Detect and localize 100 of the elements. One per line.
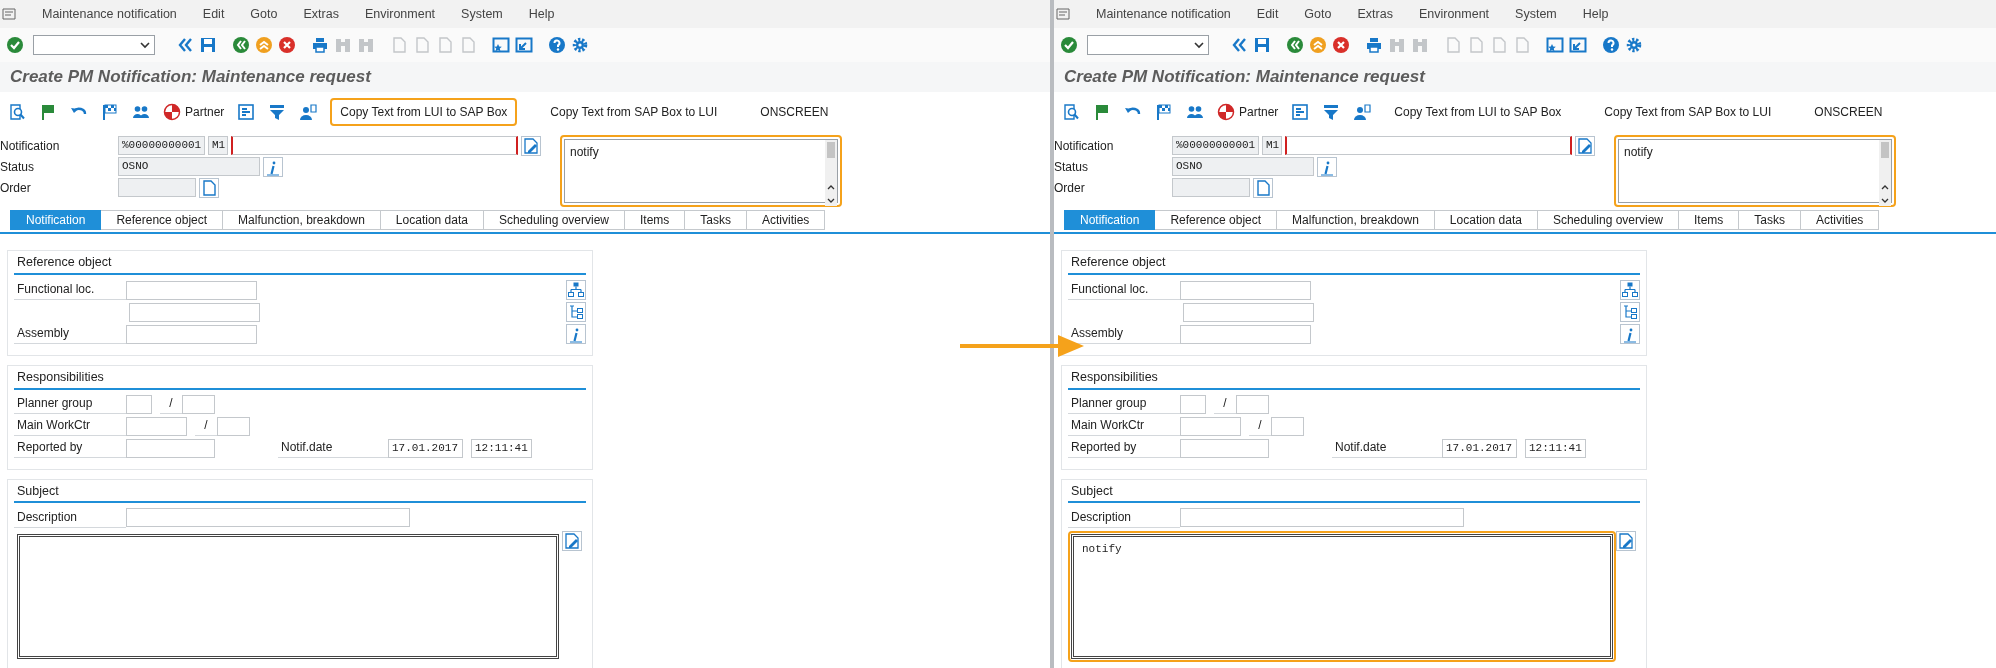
status-field[interactable]: OSNO [118, 157, 260, 176]
funnel-icon[interactable] [1322, 103, 1341, 121]
menu-item[interactable]: Environment [364, 4, 436, 24]
magnifier-icon[interactable] [8, 103, 26, 121]
person-icon[interactable] [299, 103, 318, 121]
layout-icon[interactable] [1291, 103, 1310, 121]
edit-document-icon-button[interactable] [1616, 531, 1636, 552]
notification-type-field[interactable]: M1 [1262, 136, 1282, 155]
cancel-icon[interactable] [1332, 36, 1350, 54]
tab[interactable]: Malfunction, breakdown [1277, 210, 1435, 230]
checkered-flag-icon[interactable] [1155, 103, 1173, 121]
menu-item[interactable]: Maintenance notification [42, 4, 177, 24]
menu-item[interactable]: System [1515, 4, 1557, 24]
help-icon[interactable] [548, 36, 566, 54]
menu-icon[interactable] [2, 8, 16, 20]
input-field[interactable] [1285, 136, 1572, 155]
time-field[interactable]: 12:11:41 [471, 438, 532, 458]
input-field[interactable] [1236, 394, 1269, 414]
input-field[interactable] [1271, 416, 1304, 436]
checkmark-icon[interactable] [6, 36, 24, 54]
tab[interactable]: Scheduling overview [483, 210, 625, 230]
time-field[interactable]: 12:11:41 [1525, 438, 1586, 458]
notification-type-field[interactable]: M1 [208, 136, 228, 155]
tree-icon-button[interactable] [566, 301, 586, 322]
command-field[interactable] [33, 35, 155, 55]
status-field[interactable]: OSNO [1172, 157, 1314, 176]
input-field[interactable] [126, 280, 257, 300]
input-field[interactable] [1180, 280, 1311, 300]
info-icon-button[interactable] [1620, 323, 1640, 344]
toolbar-button[interactable]: ONSCREEN [1804, 98, 1893, 126]
checkmark-icon[interactable] [1060, 36, 1078, 54]
tab[interactable]: Location data [1434, 210, 1538, 230]
tab[interactable]: Scheduling overview [1537, 210, 1679, 230]
tab[interactable]: Activities [1801, 210, 1880, 230]
menu-item[interactable]: Maintenance notification [1096, 4, 1231, 24]
input-field[interactable] [126, 394, 152, 414]
tab[interactable]: Reference object [1155, 210, 1278, 230]
info-icon-button[interactable] [566, 323, 586, 344]
long-text-box[interactable]: notify [1068, 531, 1616, 663]
date-field[interactable]: 17.01.2017 [388, 438, 463, 458]
info-icon-button[interactable] [1317, 156, 1337, 177]
input-field[interactable] [1180, 438, 1269, 458]
people-icon[interactable] [1186, 103, 1204, 121]
back-icon[interactable] [232, 36, 250, 54]
input-field[interactable] [126, 416, 187, 436]
hierarchy-icon-button[interactable] [1620, 279, 1640, 300]
partner-button[interactable]: Partner [1217, 103, 1279, 121]
toolbar-button[interactable]: Copy Text from LUI to SAP Box [1384, 98, 1572, 126]
checkered-flag-icon[interactable] [101, 103, 119, 121]
notes-box[interactable]: notify [1614, 135, 1896, 207]
back-icon[interactable] [1286, 36, 1304, 54]
input-field[interactable] [126, 508, 410, 528]
document-icon-button[interactable] [1253, 177, 1273, 198]
menu-item[interactable]: Help [528, 4, 555, 24]
partner-button[interactable]: Partner [163, 103, 225, 121]
toolbar-button[interactable]: Copy Text from SAP Box to LUI [1594, 98, 1782, 126]
menu-item[interactable]: System [461, 4, 503, 24]
tab[interactable]: Notification [10, 210, 102, 230]
tab[interactable]: Location data [380, 210, 484, 230]
input-field[interactable] [182, 394, 215, 414]
input-field[interactable] [126, 324, 257, 344]
tab[interactable]: Reference object [101, 210, 224, 230]
menu-item[interactable]: Extras [1357, 4, 1393, 24]
notification-number-field[interactable]: %00000000001 [1172, 136, 1259, 155]
settings-icon[interactable] [1625, 36, 1643, 54]
menu-item[interactable]: Environment [1418, 4, 1490, 24]
info-icon-button[interactable] [263, 156, 283, 177]
funnel-icon[interactable] [268, 103, 287, 121]
scrollbar[interactable] [1879, 140, 1891, 206]
printer-icon[interactable] [311, 36, 329, 54]
input-field[interactable] [217, 416, 250, 436]
double-chevron-icon[interactable] [176, 36, 194, 54]
tab[interactable]: Activities [747, 210, 826, 230]
input-field[interactable] [1183, 302, 1314, 322]
double-chevron-icon[interactable] [1230, 36, 1248, 54]
toolbar-button[interactable]: ONSCREEN [750, 98, 839, 126]
menu-item[interactable]: Edit [1256, 4, 1279, 24]
input-field[interactable] [1180, 394, 1206, 414]
tree-icon-button[interactable] [1620, 301, 1640, 322]
input-field[interactable] [126, 438, 215, 458]
input-field[interactable] [231, 136, 518, 155]
date-field[interactable]: 17.01.2017 [1442, 438, 1517, 458]
edit-document-icon-button[interactable] [1575, 135, 1595, 156]
tab[interactable]: Notification [1064, 210, 1156, 230]
notification-number-field[interactable]: %00000000001 [118, 136, 205, 155]
input-field[interactable] [129, 302, 260, 322]
person-icon[interactable] [1353, 103, 1372, 121]
tab[interactable]: Items [625, 210, 686, 230]
edit-document-icon-button[interactable] [521, 135, 541, 156]
magnifier-icon[interactable] [1062, 103, 1080, 121]
order-field[interactable] [118, 178, 196, 197]
command-field[interactable] [1087, 35, 1209, 55]
tab[interactable]: Malfunction, breakdown [223, 210, 381, 230]
menu-icon[interactable] [1056, 8, 1070, 20]
people-icon[interactable] [132, 103, 150, 121]
scrollbar[interactable] [825, 140, 837, 206]
notes-box[interactable]: notify [560, 135, 842, 207]
printer-icon[interactable] [1365, 36, 1383, 54]
flag-icon[interactable] [1093, 103, 1111, 121]
menu-item[interactable]: Help [1582, 4, 1609, 24]
